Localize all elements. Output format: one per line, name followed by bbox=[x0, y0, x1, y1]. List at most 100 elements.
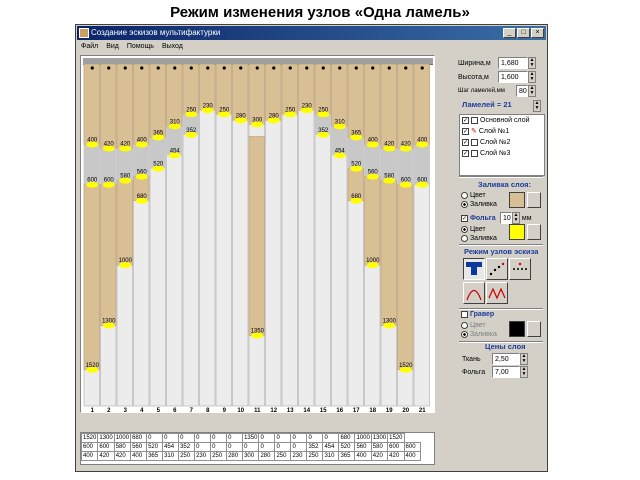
grid-cell[interactable]: 365 bbox=[338, 451, 356, 461]
wave-mode-button[interactable] bbox=[486, 282, 508, 304]
grid-cell[interactable]: 310 bbox=[162, 451, 180, 461]
curve-mode-button[interactable] bbox=[486, 258, 508, 280]
grid-cell[interactable]: 250 bbox=[178, 451, 196, 461]
engrave-palette-button[interactable] bbox=[527, 321, 541, 337]
grid-cell[interactable]: 0 bbox=[306, 433, 324, 443]
grid-cell[interactable]: 0 bbox=[226, 433, 244, 443]
price-foil-field[interactable]: 7,00 bbox=[492, 366, 520, 378]
grid-cell[interactable]: 0 bbox=[290, 433, 308, 443]
grid-cell[interactable]: 352 bbox=[178, 442, 196, 452]
grid-cell[interactable]: 365 bbox=[146, 451, 164, 461]
grid-cell[interactable]: 680 bbox=[338, 433, 356, 443]
foil-field[interactable]: 10 bbox=[499, 212, 512, 224]
grid-mode-button[interactable] bbox=[509, 258, 531, 280]
layers-list[interactable]: ✓ Основной слой ✓ ✎ Слой №1 ✓ Слой №2 ✓ Слой … bbox=[459, 114, 545, 176]
layer-checkbox[interactable]: ✓ bbox=[462, 139, 469, 146]
layer-item[interactable]: ✓ Основной слой bbox=[460, 115, 544, 126]
lamels-svg[interactable]: 4006001520142060013002420580100034005606… bbox=[80, 64, 435, 414]
grid-cell[interactable]: 230 bbox=[290, 451, 308, 461]
layer-item[interactable]: ✓ Слой №2 bbox=[460, 137, 544, 148]
grid-cell[interactable]: 1300 bbox=[370, 433, 389, 443]
foil-fill-option[interactable]: Заливка bbox=[461, 235, 497, 242]
menu-help[interactable]: Помощь bbox=[127, 41, 154, 53]
grid-cell[interactable]: 250 bbox=[306, 451, 324, 461]
fabric-swatch[interactable] bbox=[509, 192, 525, 208]
grid-cell[interactable]: 0 bbox=[226, 442, 244, 452]
grid-cell[interactable]: 600 bbox=[387, 442, 405, 452]
layer-item[interactable]: ✓ ✎ Слой №1 bbox=[460, 126, 544, 137]
layer-sub-checkbox[interactable] bbox=[471, 117, 478, 124]
grid-cell[interactable]: 250 bbox=[274, 451, 292, 461]
price-fabric-field[interactable]: 2,50 bbox=[492, 353, 520, 365]
height-field[interactable]: 1,600 bbox=[498, 71, 528, 83]
grid-cell[interactable]: 420 bbox=[387, 451, 405, 461]
width-spinner[interactable]: ▲ ▼ bbox=[528, 57, 536, 69]
radio-foil-fill[interactable] bbox=[461, 235, 468, 242]
grid-cell[interactable]: 420 bbox=[370, 451, 389, 461]
foil-color-option[interactable]: Цвет bbox=[461, 226, 486, 233]
menu-exit[interactable]: Выход bbox=[162, 41, 183, 53]
grid-cell[interactable]: 520 bbox=[146, 442, 164, 452]
fill-fill-option[interactable]: Заливка bbox=[461, 201, 497, 208]
grid-cell[interactable]: 0 bbox=[242, 442, 260, 452]
radio-fill[interactable] bbox=[461, 201, 468, 208]
grid-cell[interactable]: 520 bbox=[338, 442, 356, 452]
close-button[interactable]: × bbox=[531, 28, 544, 38]
grid-cell[interactable]: 352 bbox=[306, 442, 324, 452]
grid-cell[interactable]: 560 bbox=[130, 442, 148, 452]
grid-cell[interactable]: 400 bbox=[130, 451, 148, 461]
grid-cell[interactable]: 0 bbox=[178, 433, 196, 443]
grid-cell[interactable]: 600 bbox=[97, 442, 115, 452]
grid-cell[interactable]: 0 bbox=[210, 433, 228, 443]
radio-engrave-fill[interactable] bbox=[461, 331, 468, 338]
grid-cell[interactable]: 280 bbox=[226, 451, 244, 461]
arch-mode-button[interactable] bbox=[463, 282, 485, 304]
grid-cell[interactable]: 0 bbox=[194, 442, 212, 452]
single-lamel-mode-button[interactable] bbox=[463, 258, 485, 280]
radio-engrave-color[interactable] bbox=[461, 322, 468, 329]
engrave-fill-option[interactable]: Заливка bbox=[461, 331, 497, 338]
grid-cell[interactable]: 580 bbox=[113, 442, 132, 452]
radio-color[interactable] bbox=[461, 192, 468, 199]
radio-foil-color[interactable] bbox=[461, 226, 468, 233]
grid-cell[interactable]: 600 bbox=[80, 442, 99, 452]
grid-cell[interactable]: 454 bbox=[162, 442, 180, 452]
grid-cell[interactable]: 0 bbox=[274, 442, 292, 452]
lamels-spinner[interactable]: ▲ ▼ bbox=[533, 100, 541, 112]
step-field[interactable]: 80 bbox=[516, 85, 528, 97]
grid-cell[interactable]: 280 bbox=[258, 451, 276, 461]
grid-cell[interactable]: 400 bbox=[354, 451, 372, 461]
grid-cell[interactable]: 0 bbox=[290, 442, 308, 452]
layer-checkbox[interactable]: ✓ bbox=[462, 150, 469, 157]
price-foil-spinner[interactable]: ▲ ▼ bbox=[520, 366, 528, 378]
layer-checkbox[interactable]: ✓ bbox=[462, 128, 469, 135]
grid-cell[interactable]: 420 bbox=[97, 451, 115, 461]
grid-cell[interactable]: 1520 bbox=[80, 433, 99, 443]
grid-cell[interactable]: 310 bbox=[322, 451, 340, 461]
minimize-button[interactable]: _ bbox=[503, 28, 516, 38]
grid-cell[interactable]: 0 bbox=[258, 442, 276, 452]
grid-cell[interactable]: 0 bbox=[258, 433, 276, 443]
grid-cell[interactable]: 0 bbox=[162, 433, 180, 443]
grid-cell[interactable]: 1520 bbox=[387, 433, 405, 443]
foil-spinner[interactable]: ▲ ▼ bbox=[511, 212, 520, 224]
grid-cell[interactable]: 1350 bbox=[242, 433, 260, 443]
grid-cell[interactable]: 454 bbox=[322, 442, 340, 452]
grid-cell[interactable]: 0 bbox=[322, 433, 340, 443]
width-field[interactable]: 1,680 bbox=[498, 57, 528, 69]
grid-cell[interactable]: 230 bbox=[194, 451, 212, 461]
grid-cell[interactable]: 300 bbox=[242, 451, 260, 461]
grid-cell[interactable]: 0 bbox=[194, 433, 212, 443]
menu-file[interactable]: Файл bbox=[81, 41, 98, 53]
foil-palette-button[interactable] bbox=[527, 224, 541, 240]
values-grid[interactable]: 1520 1300 1000 680 0 0 0 0 0 0 1350 0 0 0 0 0 680 1000 130… bbox=[80, 432, 435, 465]
grid-cell[interactable]: 0 bbox=[146, 433, 164, 443]
step-spinner[interactable]: ▲ ▼ bbox=[528, 85, 536, 97]
grid-cell[interactable]: 400 bbox=[80, 451, 99, 461]
grid-cell[interactable]: 0 bbox=[274, 433, 292, 443]
foil-checkbox[interactable]: ✓ bbox=[461, 214, 468, 222]
fill-color-option[interactable]: Цвет bbox=[461, 192, 486, 199]
price-fabric-spinner[interactable]: ▲ ▼ bbox=[520, 353, 528, 365]
grid-cell[interactable]: 680 bbox=[130, 433, 148, 443]
grid-cell[interactable]: 420 bbox=[113, 451, 132, 461]
